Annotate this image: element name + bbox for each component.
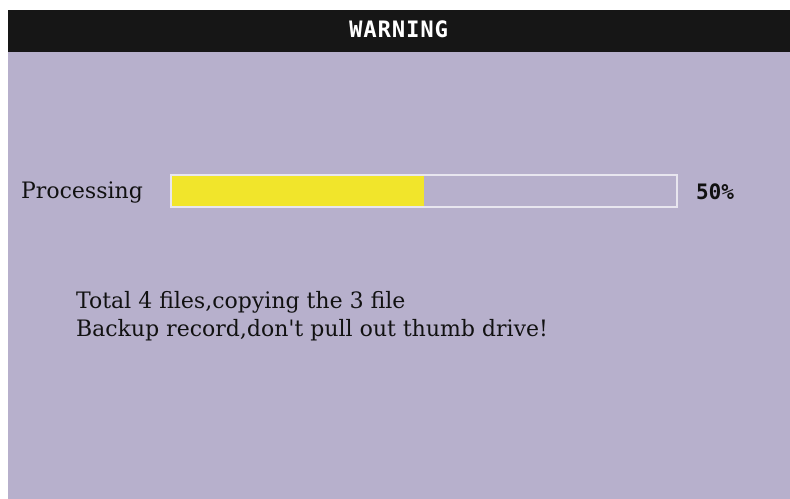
progress-percent: 50%: [696, 180, 734, 204]
progress-bar: [170, 174, 678, 208]
dialog-title: WARNING: [8, 10, 790, 52]
status-message: Total 4 files,copying the 3 file Backup …: [76, 288, 776, 344]
progress-bar-fill: [172, 176, 424, 206]
progress-label: Processing: [21, 179, 143, 204]
progress-row: Processing 50%: [8, 172, 790, 212]
status-message-line-2: Backup record,don't pull out thumb drive…: [76, 317, 548, 342]
warning-dialog: WARNING Processing 50% Total 4 files,cop…: [8, 10, 790, 499]
status-message-line-1: Total 4 files,copying the 3 file: [76, 289, 406, 314]
